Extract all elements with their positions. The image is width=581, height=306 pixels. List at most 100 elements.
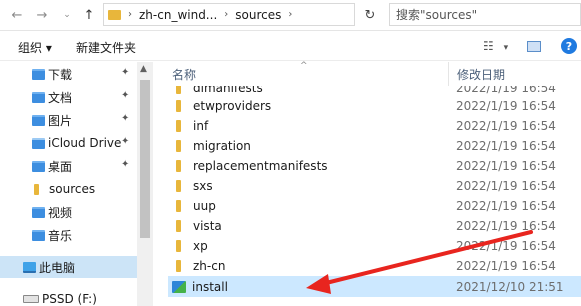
- videos-folder-icon: [32, 206, 45, 218]
- icloud-drive-icon: [32, 137, 45, 149]
- table-row[interactable]: inf 2022/1/19 16:54: [168, 116, 581, 136]
- table-row[interactable]: xp 2022/1/19 16:54: [168, 236, 581, 256]
- column-divider[interactable]: [448, 62, 449, 86]
- file-date: 2022/1/19 16:54: [456, 99, 556, 113]
- pin-icon: ✦: [121, 113, 130, 124]
- scrollbar-thumb[interactable]: [140, 80, 150, 238]
- nav-item-music[interactable]: 音乐: [0, 224, 137, 246]
- documents-folder-icon: [32, 91, 45, 103]
- table-row[interactable]: zh-cn 2022/1/19 16:54: [168, 256, 581, 276]
- table-row[interactable]: migration 2022/1/19 16:54: [168, 136, 581, 156]
- nav-item-label: PSSD (F:): [42, 292, 97, 306]
- folder-icon: [108, 9, 121, 20]
- breadcrumb-item[interactable]: sources: [235, 8, 281, 22]
- pictures-folder-icon: [32, 114, 45, 126]
- file-date: 2021/12/10 21:51: [456, 279, 564, 294]
- preview-pane-button[interactable]: [527, 41, 541, 52]
- address-box[interactable]: › zh-cn_wind... › sources ›: [103, 3, 355, 26]
- view-options-button[interactable]: ☷ ▾: [483, 39, 508, 53]
- forward-button[interactable]: →: [33, 6, 51, 24]
- table-row[interactable]: sxs 2022/1/19 16:54: [168, 176, 581, 196]
- pin-icon: ✦: [121, 67, 130, 78]
- up-button[interactable]: ↑: [80, 6, 98, 24]
- folder-icon: [34, 183, 39, 195]
- file-name: vista: [193, 219, 222, 233]
- file-list: ^ 名称 修改日期 dlmanifests 2022/1/19 16:54 et…: [160, 61, 581, 306]
- nav-item-label: 图片: [48, 113, 73, 128]
- address-bar-row: ← → ⌄ ↑ › zh-cn_wind... › sources › ↻ 搜索…: [0, 0, 581, 31]
- nav-item-downloads[interactable]: 下载 ✦: [0, 63, 137, 85]
- pin-icon: ✦: [121, 90, 130, 101]
- application-icon: [172, 280, 186, 293]
- file-date: 2022/1/19 16:54: [456, 179, 556, 193]
- arrow-up-icon: ↑: [83, 7, 95, 23]
- nav-item-label: 桌面: [48, 159, 73, 174]
- table-row[interactable]: vista 2022/1/19 16:54: [168, 216, 581, 236]
- desktop-folder-icon: [32, 160, 45, 172]
- file-date: 2022/1/19 16:54: [456, 139, 556, 153]
- navigation-pane: 下载 ✦ 文档 ✦ 图片 ✦ iCloud Drive ✦ 桌面 ✦ sourc…: [0, 62, 137, 306]
- table-row[interactable]: uup 2022/1/19 16:54: [168, 196, 581, 216]
- table-row-selected[interactable]: install 2021/12/10 21:51: [168, 276, 581, 297]
- file-name: replacementmanifests: [193, 159, 328, 173]
- arrow-left-icon: ←: [11, 7, 23, 23]
- file-date: 2022/1/19 16:54: [456, 199, 556, 213]
- table-row[interactable]: replacementmanifests 2022/1/19 16:54: [168, 156, 581, 176]
- file-rows: dlmanifests 2022/1/19 16:54 etwproviders…: [160, 86, 581, 306]
- navigation-scrollbar[interactable]: ▲: [137, 62, 153, 306]
- folder-icon: [176, 86, 181, 94]
- folder-icon: [176, 100, 181, 112]
- search-placeholder: 搜索"sources": [396, 8, 478, 22]
- recent-locations-button[interactable]: ⌄: [58, 6, 76, 24]
- refresh-button[interactable]: ↻: [359, 6, 381, 24]
- file-date: 2022/1/19 16:54: [456, 159, 556, 173]
- search-input[interactable]: 搜索"sources": [389, 3, 581, 26]
- pin-icon: ✦: [121, 136, 130, 147]
- folder-icon: [176, 200, 181, 212]
- folder-icon: [176, 220, 181, 232]
- new-folder-button[interactable]: 新建文件夹: [76, 39, 136, 56]
- music-folder-icon: [32, 229, 45, 241]
- folder-icon: [176, 140, 181, 152]
- sort-ascending-icon: ^: [300, 61, 308, 71]
- organize-menu[interactable]: 组织 ▾: [18, 39, 52, 56]
- download-folder-icon: [32, 68, 45, 80]
- file-name: sxs: [193, 179, 213, 193]
- nav-item-sources[interactable]: sources: [0, 178, 137, 200]
- breadcrumb-item[interactable]: zh-cn_wind...: [139, 8, 217, 22]
- nav-item-label: 下载: [48, 67, 73, 82]
- nav-item-label: 音乐: [48, 228, 73, 243]
- column-header-modified[interactable]: 修改日期: [457, 62, 505, 86]
- table-row[interactable]: etwproviders 2022/1/19 16:54: [168, 96, 581, 116]
- folder-icon: [176, 120, 181, 132]
- file-date: 2022/1/19 16:54: [456, 119, 556, 133]
- help-icon: ?: [565, 39, 573, 53]
- scroll-up-icon[interactable]: ▲: [140, 64, 147, 74]
- chevron-down-icon: ▾: [503, 43, 509, 53]
- file-date: 2022/1/19 16:54: [456, 239, 556, 253]
- column-header-name[interactable]: 名称: [172, 62, 196, 86]
- folder-icon: [176, 260, 181, 272]
- nav-item-icloud-drive[interactable]: iCloud Drive ✦: [0, 132, 137, 154]
- nav-item-videos[interactable]: 视频: [0, 201, 137, 223]
- file-name: etwproviders: [193, 99, 272, 113]
- back-button[interactable]: ←: [8, 6, 26, 24]
- pin-icon: ✦: [121, 159, 130, 170]
- file-date: 2022/1/19 16:54: [456, 86, 556, 95]
- nav-item-desktop[interactable]: 桌面 ✦: [0, 155, 137, 177]
- nav-item-documents[interactable]: 文档 ✦: [0, 86, 137, 108]
- command-bar: 组织 ▾ 新建文件夹 ☷ ▾ ?: [0, 31, 581, 61]
- file-name: install: [192, 279, 228, 294]
- column-header-label: 名称: [172, 67, 197, 82]
- breadcrumb-separator-icon: ›: [224, 9, 229, 20]
- refresh-icon: ↻: [364, 7, 376, 23]
- file-name: xp: [193, 239, 208, 253]
- nav-item-pssd-drive[interactable]: PSSD (F:): [0, 288, 137, 306]
- folder-icon: [176, 180, 181, 192]
- column-header-label: 修改日期: [457, 67, 506, 82]
- nav-item-this-pc[interactable]: 此电脑: [0, 256, 137, 278]
- nav-item-pictures[interactable]: 图片 ✦: [0, 109, 137, 131]
- nav-item-label: 文档: [48, 90, 73, 105]
- folder-icon: [176, 160, 181, 172]
- help-button[interactable]: ?: [561, 38, 577, 54]
